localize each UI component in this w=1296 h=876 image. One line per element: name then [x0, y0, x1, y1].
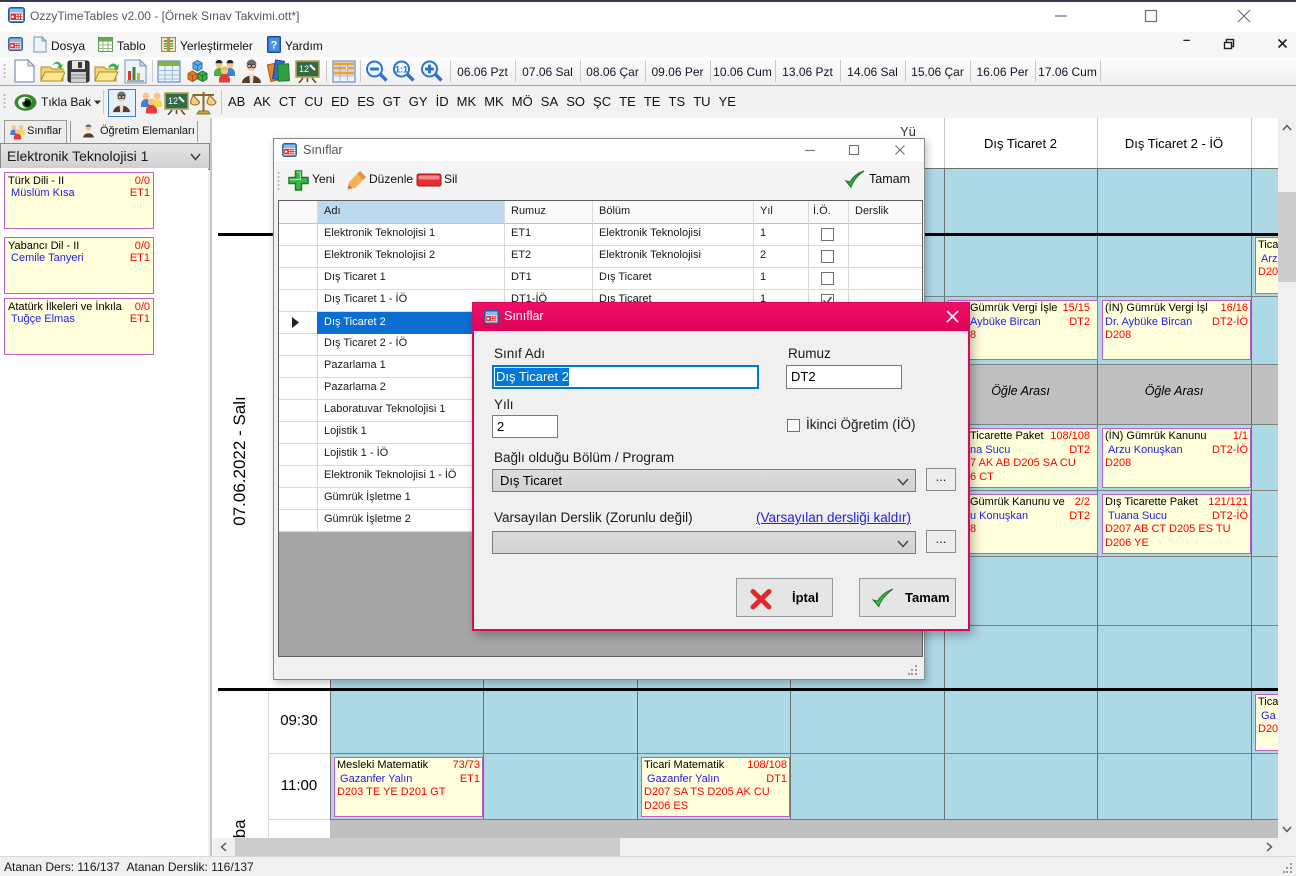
svg-text:12: 12: [299, 64, 309, 74]
svg-text:12: 12: [168, 96, 178, 106]
svg-text:1:1: 1:1: [395, 65, 408, 75]
svg-text:?: ?: [271, 40, 278, 52]
